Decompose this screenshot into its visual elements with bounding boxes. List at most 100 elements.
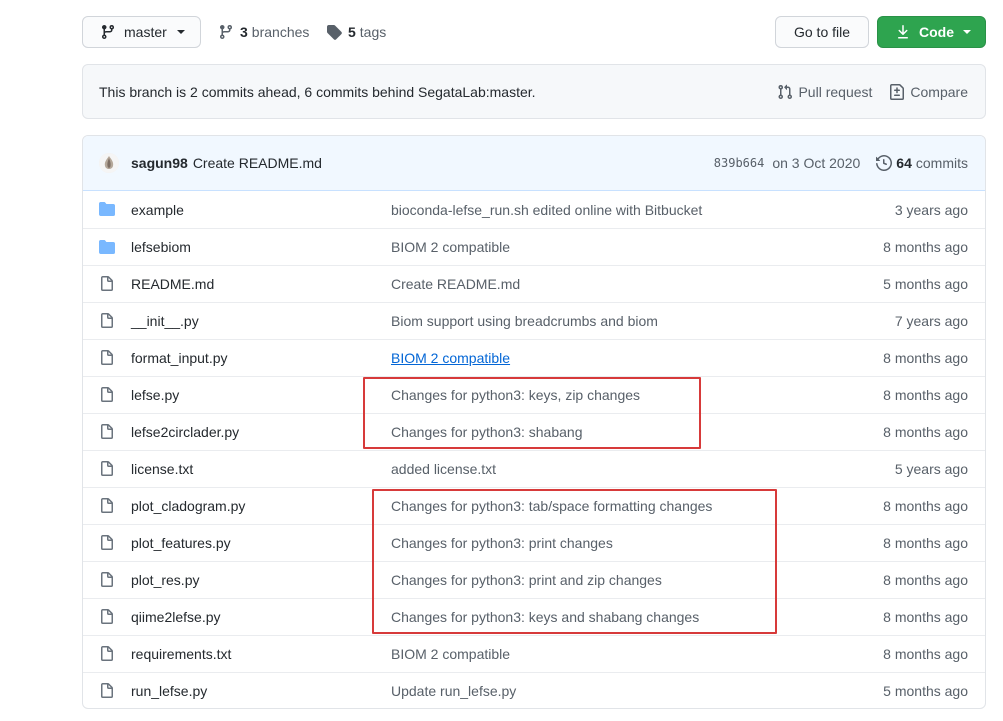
go-to-file-label: Go to file [793, 24, 851, 40]
compare-link[interactable]: Compare [889, 83, 968, 100]
file-commit-age: 5 months ago [883, 276, 968, 292]
git-pull-request-icon [778, 84, 793, 99]
file-icon [99, 498, 115, 517]
file-icon [99, 313, 115, 332]
file-commit-message[interactable]: Update run_lefse.py [391, 683, 516, 699]
file-commit-age: 8 months ago [883, 535, 968, 551]
file-row[interactable]: example bioconda-lefse_run.sh edited onli… [83, 191, 985, 228]
file-row[interactable]: run_lefse.py Update run_lefse.py 5 months … [83, 672, 985, 708]
file-row[interactable]: qiime2lefse.py Changes for python3: keys … [83, 598, 985, 635]
code-label: Code [919, 24, 954, 40]
file-name-link[interactable]: format_input.py [131, 350, 228, 366]
file-commit-message[interactable]: Changes for python3: print changes [391, 535, 613, 551]
file-row[interactable]: plot_features.py Changes for python3: pri… [83, 524, 985, 561]
chevron-down-icon [176, 30, 185, 34]
file-row[interactable]: lefsebiom BIOM 2 compatible 8 months ago [83, 228, 985, 265]
file-name-link[interactable]: lefse.py [131, 387, 179, 403]
file-row[interactable]: license.txt added license.txt 5 years ago [83, 450, 985, 487]
file-commit-message[interactable]: BIOM 2 compatible [391, 646, 510, 662]
file-name-link[interactable]: plot_features.py [131, 535, 231, 551]
commit-sha[interactable]: 839b664 [714, 156, 765, 170]
file-icon [99, 276, 115, 295]
avatar[interactable] [99, 153, 119, 173]
file-name-link[interactable]: example [131, 202, 184, 218]
file-commit-message[interactable]: Biom support using breadcrumbs and biom [391, 313, 658, 329]
chevron-down-icon [963, 30, 971, 34]
compare-label: Compare [910, 83, 968, 100]
file-name-link[interactable]: requirements.txt [131, 646, 231, 662]
commit-date: on 3 Oct 2020 [772, 155, 861, 171]
tag-icon [327, 25, 342, 40]
file-commit-age: 7 years ago [894, 313, 968, 329]
file-commit-age: 8 months ago [883, 239, 968, 255]
file-commit-message[interactable]: BIOM 2 compatible [391, 350, 510, 366]
file-commit-message[interactable]: bioconda-lefse_run.sh edited online with… [391, 202, 702, 218]
file-commit-age: 8 months ago [883, 646, 968, 662]
branch-status-message: This branch is 2 commits ahead, 6 commit… [99, 83, 536, 100]
branches-count: 3 [240, 24, 248, 40]
file-commit-age: 5 months ago [883, 683, 968, 699]
folder-icon [99, 201, 115, 220]
commits-count: 64 [896, 155, 912, 171]
file-icon [99, 535, 115, 554]
file-diff-icon [890, 83, 905, 100]
file-name-link[interactable]: plot_cladogram.py [131, 498, 245, 514]
branches-label: branches [251, 24, 310, 40]
history-icon [876, 155, 893, 171]
file-commit-message[interactable]: Changes for python3: keys and shabang ch… [391, 609, 699, 625]
file-row[interactable]: plot_cladogram.py Changes for python3: ta… [83, 487, 985, 524]
file-icon [99, 461, 115, 480]
file-row[interactable]: lefse.py Changes for python3: keys, zip c… [83, 376, 985, 413]
file-commit-message[interactable]: Changes for python3: print and zip chang… [391, 572, 662, 588]
git-branch-icon [101, 25, 114, 40]
file-row[interactable]: format_input.py BIOM 2 compatible 8 months… [83, 339, 985, 376]
file-row[interactable]: requirements.txt BIOM 2 compatible 8 month… [83, 635, 985, 672]
file-commit-message[interactable]: added license.txt [391, 461, 496, 477]
file-commit-message[interactable]: Changes for python3: keys, zip changes [391, 387, 640, 403]
branches-link[interactable]: 3 branches [218, 16, 309, 48]
file-commit-message[interactable]: Create README.md [391, 276, 520, 292]
commits-label: commits [915, 155, 968, 171]
file-name-link[interactable]: lefse2circlader.py [131, 424, 239, 440]
commit-message[interactable]: Create README.md [193, 155, 322, 171]
branch-select-button[interactable]: master [82, 16, 201, 48]
file-name-link[interactable]: license.txt [131, 461, 193, 477]
onion-avatar-icon [99, 153, 119, 173]
file-commit-message[interactable]: Changes for python3: shabang [391, 424, 582, 440]
file-icon [99, 350, 115, 369]
file-name-link[interactable]: qiime2lefse.py [131, 609, 221, 625]
latest-commit-bar: sagun98 Create README.md 839b664 on 3 Oc… [83, 136, 985, 191]
file-commit-message[interactable]: Changes for python3: tab/space formattin… [391, 498, 712, 514]
file-name-link[interactable]: lefsebiom [131, 239, 191, 255]
file-commit-message[interactable]: BIOM 2 compatible [391, 239, 510, 255]
file-icon [99, 424, 115, 443]
download-icon [898, 25, 908, 39]
go-to-file-button[interactable]: Go to file [775, 16, 869, 48]
file-row[interactable]: lefse2circlader.py Changes for python3: s… [83, 413, 985, 450]
file-icon [99, 609, 115, 628]
file-row[interactable]: plot_res.py Changes for python3: print an… [83, 561, 985, 598]
file-name-link[interactable]: plot_res.py [131, 572, 199, 588]
file-commit-age: 8 months ago [883, 424, 968, 440]
pull-request-link[interactable]: Pull request [777, 84, 872, 100]
tags-count: 5 [348, 24, 356, 40]
code-button[interactable]: Code [877, 16, 986, 48]
file-commit-age: 8 months ago [883, 498, 968, 514]
pull-request-label: Pull request [798, 83, 873, 100]
file-icon [99, 683, 115, 702]
file-commit-age: 8 months ago [883, 350, 968, 366]
commit-author[interactable]: sagun98 [131, 155, 188, 171]
file-icon [99, 646, 115, 665]
folder-icon [99, 239, 115, 258]
file-name-link[interactable]: run_lefse.py [131, 683, 207, 699]
file-icon [99, 572, 115, 591]
file-name-link[interactable]: README.md [131, 276, 214, 292]
tags-label: tags [359, 24, 387, 40]
file-name-link[interactable]: __init__.py [131, 313, 199, 329]
file-commit-age: 8 months ago [883, 387, 968, 403]
file-row[interactable]: README.md Create README.md 5 months ago [83, 265, 985, 302]
commits-history-link[interactable]: 64 commits [876, 155, 968, 171]
file-row[interactable]: __init__.py Biom support using breadcrumb… [83, 302, 985, 339]
tags-link[interactable]: 5 tags [326, 16, 386, 48]
file-list: sagun98 Create README.md 839b664 on 3 Oc… [82, 135, 986, 709]
